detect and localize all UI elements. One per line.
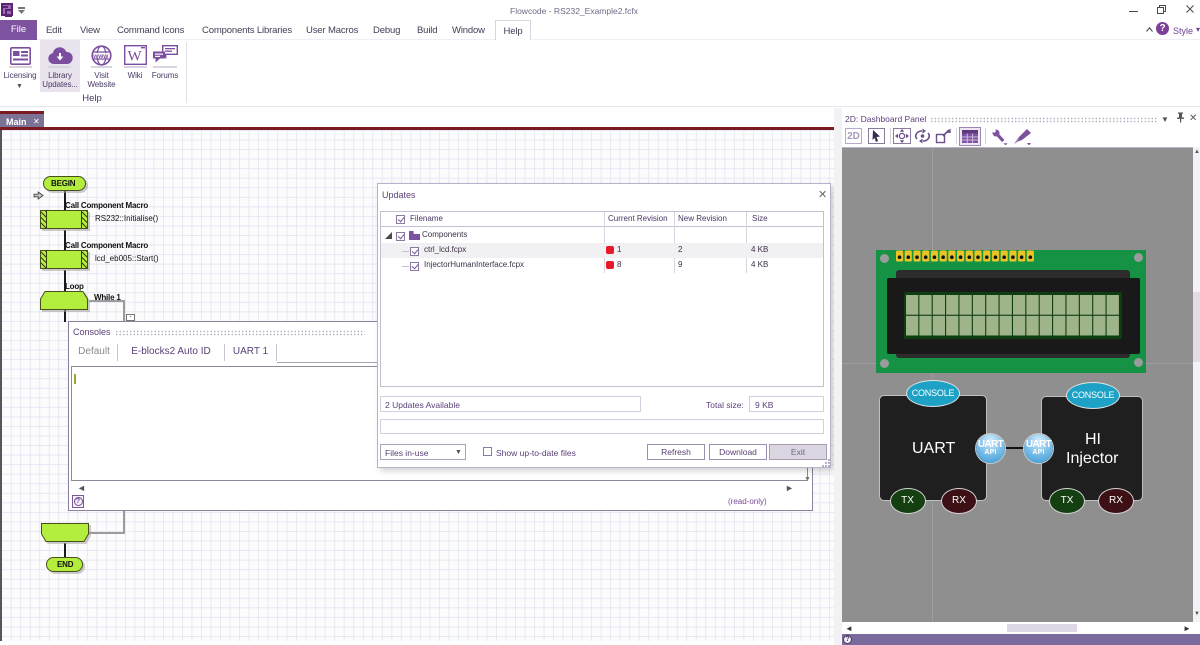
svg-text:W: W (128, 49, 143, 65)
svg-text:www: www (92, 53, 109, 60)
